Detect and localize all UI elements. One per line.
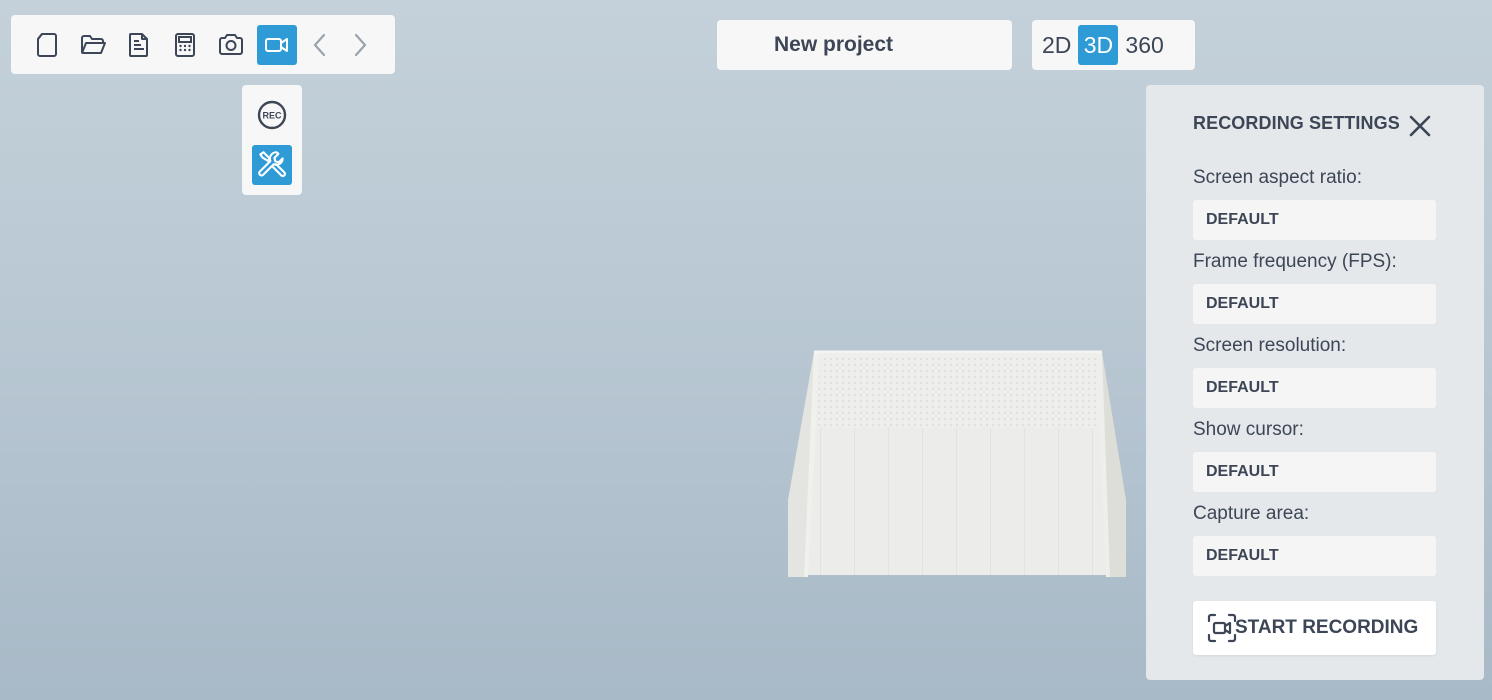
rec-button[interactable]: REC: [252, 95, 292, 135]
fps-select[interactable]: DEFAULT: [1193, 284, 1436, 324]
panel-title: RECORDING SETTINGS: [1193, 113, 1400, 133]
video-subtoolbar: REC: [242, 85, 302, 195]
resolution-label: Screen resolution:: [1193, 335, 1347, 356]
new-file-icon[interactable]: [27, 25, 67, 65]
aspect-ratio-label: Screen aspect ratio:: [1193, 167, 1362, 188]
undo-arrow-icon[interactable]: [303, 25, 337, 65]
view-2d-button[interactable]: 2D: [1039, 25, 1074, 65]
view-mode-switch: 2D 3D 360: [1032, 20, 1195, 70]
project-title[interactable]: New project: [717, 20, 1012, 70]
capture-area-label: Capture area:: [1193, 503, 1310, 524]
open-folder-icon[interactable]: [73, 25, 113, 65]
aspect-ratio-select[interactable]: DEFAULT: [1193, 200, 1436, 240]
show-cursor-label: Show cursor:: [1193, 419, 1304, 440]
tools-icon[interactable]: [252, 145, 292, 185]
start-recording-label: START RECORDING: [1235, 617, 1419, 638]
view-360-button[interactable]: 360: [1122, 25, 1166, 65]
video-camera-icon[interactable]: [257, 24, 297, 65]
resolution-select[interactable]: DEFAULT: [1193, 368, 1436, 408]
main-toolbar: [11, 15, 395, 74]
start-recording-button[interactable]: START RECORDING: [1193, 601, 1436, 655]
record-screen-icon: [1206, 612, 1238, 644]
fps-label: Frame frequency (FPS):: [1193, 251, 1397, 272]
camera-icon[interactable]: [211, 25, 251, 65]
room-3d-model[interactable]: [786, 350, 1128, 580]
recording-settings-panel: RECORDING SETTINGS Screen aspect ratio: …: [1146, 85, 1484, 680]
rec-label: REC: [262, 111, 282, 121]
view-3d-button[interactable]: 3D: [1078, 25, 1119, 65]
document-icon[interactable]: [119, 25, 159, 65]
capture-area-select[interactable]: DEFAULT: [1193, 536, 1436, 576]
calculator-icon[interactable]: [165, 25, 205, 65]
redo-arrow-icon[interactable]: [343, 25, 377, 65]
close-icon[interactable]: [1404, 110, 1436, 142]
show-cursor-select[interactable]: DEFAULT: [1193, 452, 1436, 492]
